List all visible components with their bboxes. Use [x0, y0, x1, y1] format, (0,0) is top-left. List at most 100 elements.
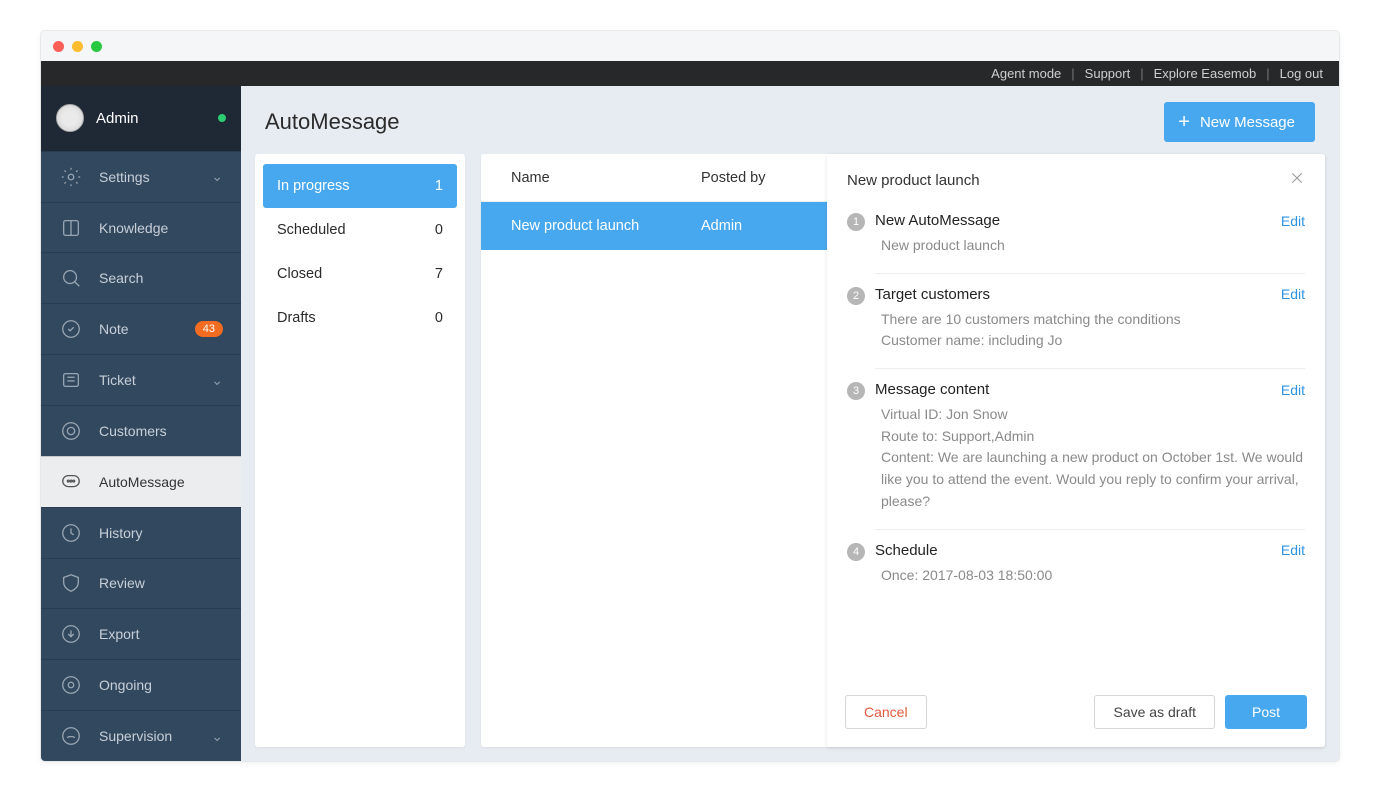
step-number-icon: 3 [847, 382, 865, 400]
detail-header: New product launch [827, 154, 1325, 200]
search-icon [59, 266, 83, 290]
plus-icon: + [1178, 112, 1190, 132]
sidebar-item-ongoing[interactable]: Ongoing [41, 659, 241, 710]
step-title: Schedule [875, 542, 938, 559]
col-posted-by: Posted by [701, 170, 801, 186]
step-line: Route to: Support,Admin [875, 426, 1305, 448]
cell-name: New product launch [511, 218, 701, 234]
gear-icon [59, 165, 83, 189]
avatar [56, 104, 84, 132]
topnav-logout[interactable]: Log out [1280, 66, 1323, 81]
sidebar-item-label: Ongoing [99, 677, 152, 693]
sidebar-item-label: Ticket [99, 372, 136, 388]
monitor-icon [59, 724, 83, 748]
sidebar-user[interactable]: Admin [41, 86, 241, 151]
close-window-icon[interactable] [53, 41, 64, 52]
topnav-explore[interactable]: Explore Easemob [1154, 66, 1257, 81]
sidebar-item-label: Review [99, 575, 145, 591]
detail-title: New product launch [847, 172, 980, 189]
page-title: AutoMessage [265, 109, 400, 135]
status-drafts[interactable]: Drafts 0 [263, 296, 457, 340]
step-number-icon: 1 [847, 213, 865, 231]
ticket-icon [59, 368, 83, 392]
main-header: AutoMessage + New Message [255, 96, 1325, 154]
sidebar-item-label: AutoMessage [99, 474, 185, 490]
sidebar-item-supervision[interactable]: Supervision ⌄ [41, 710, 241, 761]
status-label: Closed [277, 266, 322, 282]
status-online-icon [218, 114, 226, 122]
sidebar-item-ticket[interactable]: Ticket ⌄ [41, 354, 241, 405]
shield-icon [59, 571, 83, 595]
step-title: Target customers [875, 286, 990, 303]
app-window: Agent mode | Support | Explore Easemob |… [40, 30, 1340, 762]
sidebar-item-note[interactable]: Note 43 [41, 303, 241, 354]
step-number-icon: 4 [847, 543, 865, 561]
status-closed[interactable]: Closed 7 [263, 252, 457, 296]
detail-panel: New product launch 1 New AutoMessage Edi… [827, 154, 1325, 747]
new-message-button[interactable]: + New Message [1164, 102, 1315, 142]
clock-icon [59, 521, 83, 545]
sidebar-item-history[interactable]: History [41, 507, 241, 558]
status-count: 1 [435, 178, 443, 194]
sidebar-username: Admin [96, 110, 139, 127]
edit-step-link[interactable]: Edit [1281, 286, 1305, 302]
topnav-agent-mode[interactable]: Agent mode [991, 66, 1061, 81]
step-title: Message content [875, 381, 989, 398]
detail-step-3: 3 Message content Edit Virtual ID: Jon S… [847, 369, 1305, 528]
status-scheduled[interactable]: Scheduled 0 [263, 208, 457, 252]
status-in-progress[interactable]: In progress 1 [263, 164, 457, 208]
note-icon [59, 317, 83, 341]
top-nav: Agent mode | Support | Explore Easemob |… [41, 61, 1339, 86]
status-count: 0 [435, 222, 443, 238]
cancel-button[interactable]: Cancel [845, 695, 927, 729]
book-icon [59, 216, 83, 240]
sidebar-item-customers[interactable]: Customers [41, 405, 241, 456]
chevron-down-icon: ⌄ [211, 372, 223, 389]
sidebar-item-export[interactable]: Export [41, 608, 241, 659]
edit-step-link[interactable]: Edit [1281, 542, 1305, 558]
step-line: Once: 2017-08-03 18:50:00 [875, 565, 1305, 587]
sidebar-item-label: Settings [99, 169, 150, 185]
topnav-support[interactable]: Support [1085, 66, 1131, 81]
activity-icon [59, 673, 83, 697]
edit-step-link[interactable]: Edit [1281, 213, 1305, 229]
edit-step-link[interactable]: Edit [1281, 382, 1305, 398]
sidebar-item-label: History [99, 525, 143, 541]
status-panel: In progress 1 Scheduled 0 Closed 7 Draft… [255, 154, 465, 747]
sidebar-item-settings[interactable]: Settings ⌄ [41, 151, 241, 202]
detail-body: 1 New AutoMessage Edit New product launc… [827, 200, 1325, 683]
sidebar-item-review[interactable]: Review [41, 558, 241, 609]
sidebar-item-label: Search [99, 270, 143, 286]
status-count: 7 [435, 266, 443, 282]
status-label: Scheduled [277, 222, 346, 238]
sidebar-item-search[interactable]: Search [41, 252, 241, 303]
col-name: Name [511, 170, 701, 186]
sidebar-item-label: Supervision [99, 728, 172, 744]
message-icon [59, 470, 83, 494]
close-icon[interactable] [1289, 170, 1305, 190]
sidebar-item-knowledge[interactable]: Knowledge [41, 202, 241, 253]
detail-step-4: 4 Schedule Edit Once: 2017-08-03 18:50:0… [847, 530, 1305, 603]
step-line: New product launch [875, 235, 1305, 257]
sidebar-item-label: Export [99, 626, 139, 642]
minimize-window-icon[interactable] [72, 41, 83, 52]
sidebar-item-automessage[interactable]: AutoMessage [41, 456, 241, 507]
badge-count: 43 [195, 321, 223, 337]
step-number-icon: 2 [847, 287, 865, 305]
detail-step-1: 1 New AutoMessage Edit New product launc… [847, 200, 1305, 273]
main-body: Admin Settings ⌄ Knowledge [41, 86, 1339, 761]
step-line: Virtual ID: Jon Snow [875, 404, 1305, 426]
sidebar: Admin Settings ⌄ Knowledge [41, 86, 241, 761]
status-count: 0 [435, 310, 443, 326]
status-label: In progress [277, 178, 350, 194]
target-icon [59, 419, 83, 443]
download-icon [59, 622, 83, 646]
main-area: AutoMessage + New Message In progress 1 … [241, 86, 1339, 761]
maximize-window-icon[interactable] [91, 41, 102, 52]
save-draft-button[interactable]: Save as draft [1094, 695, 1215, 729]
post-button[interactable]: Post [1225, 695, 1307, 729]
cell-posted-by: Admin [701, 218, 801, 234]
new-message-label: New Message [1200, 114, 1295, 131]
step-line: Content: We are launching a new product … [875, 447, 1305, 512]
sidebar-item-label: Knowledge [99, 220, 168, 236]
